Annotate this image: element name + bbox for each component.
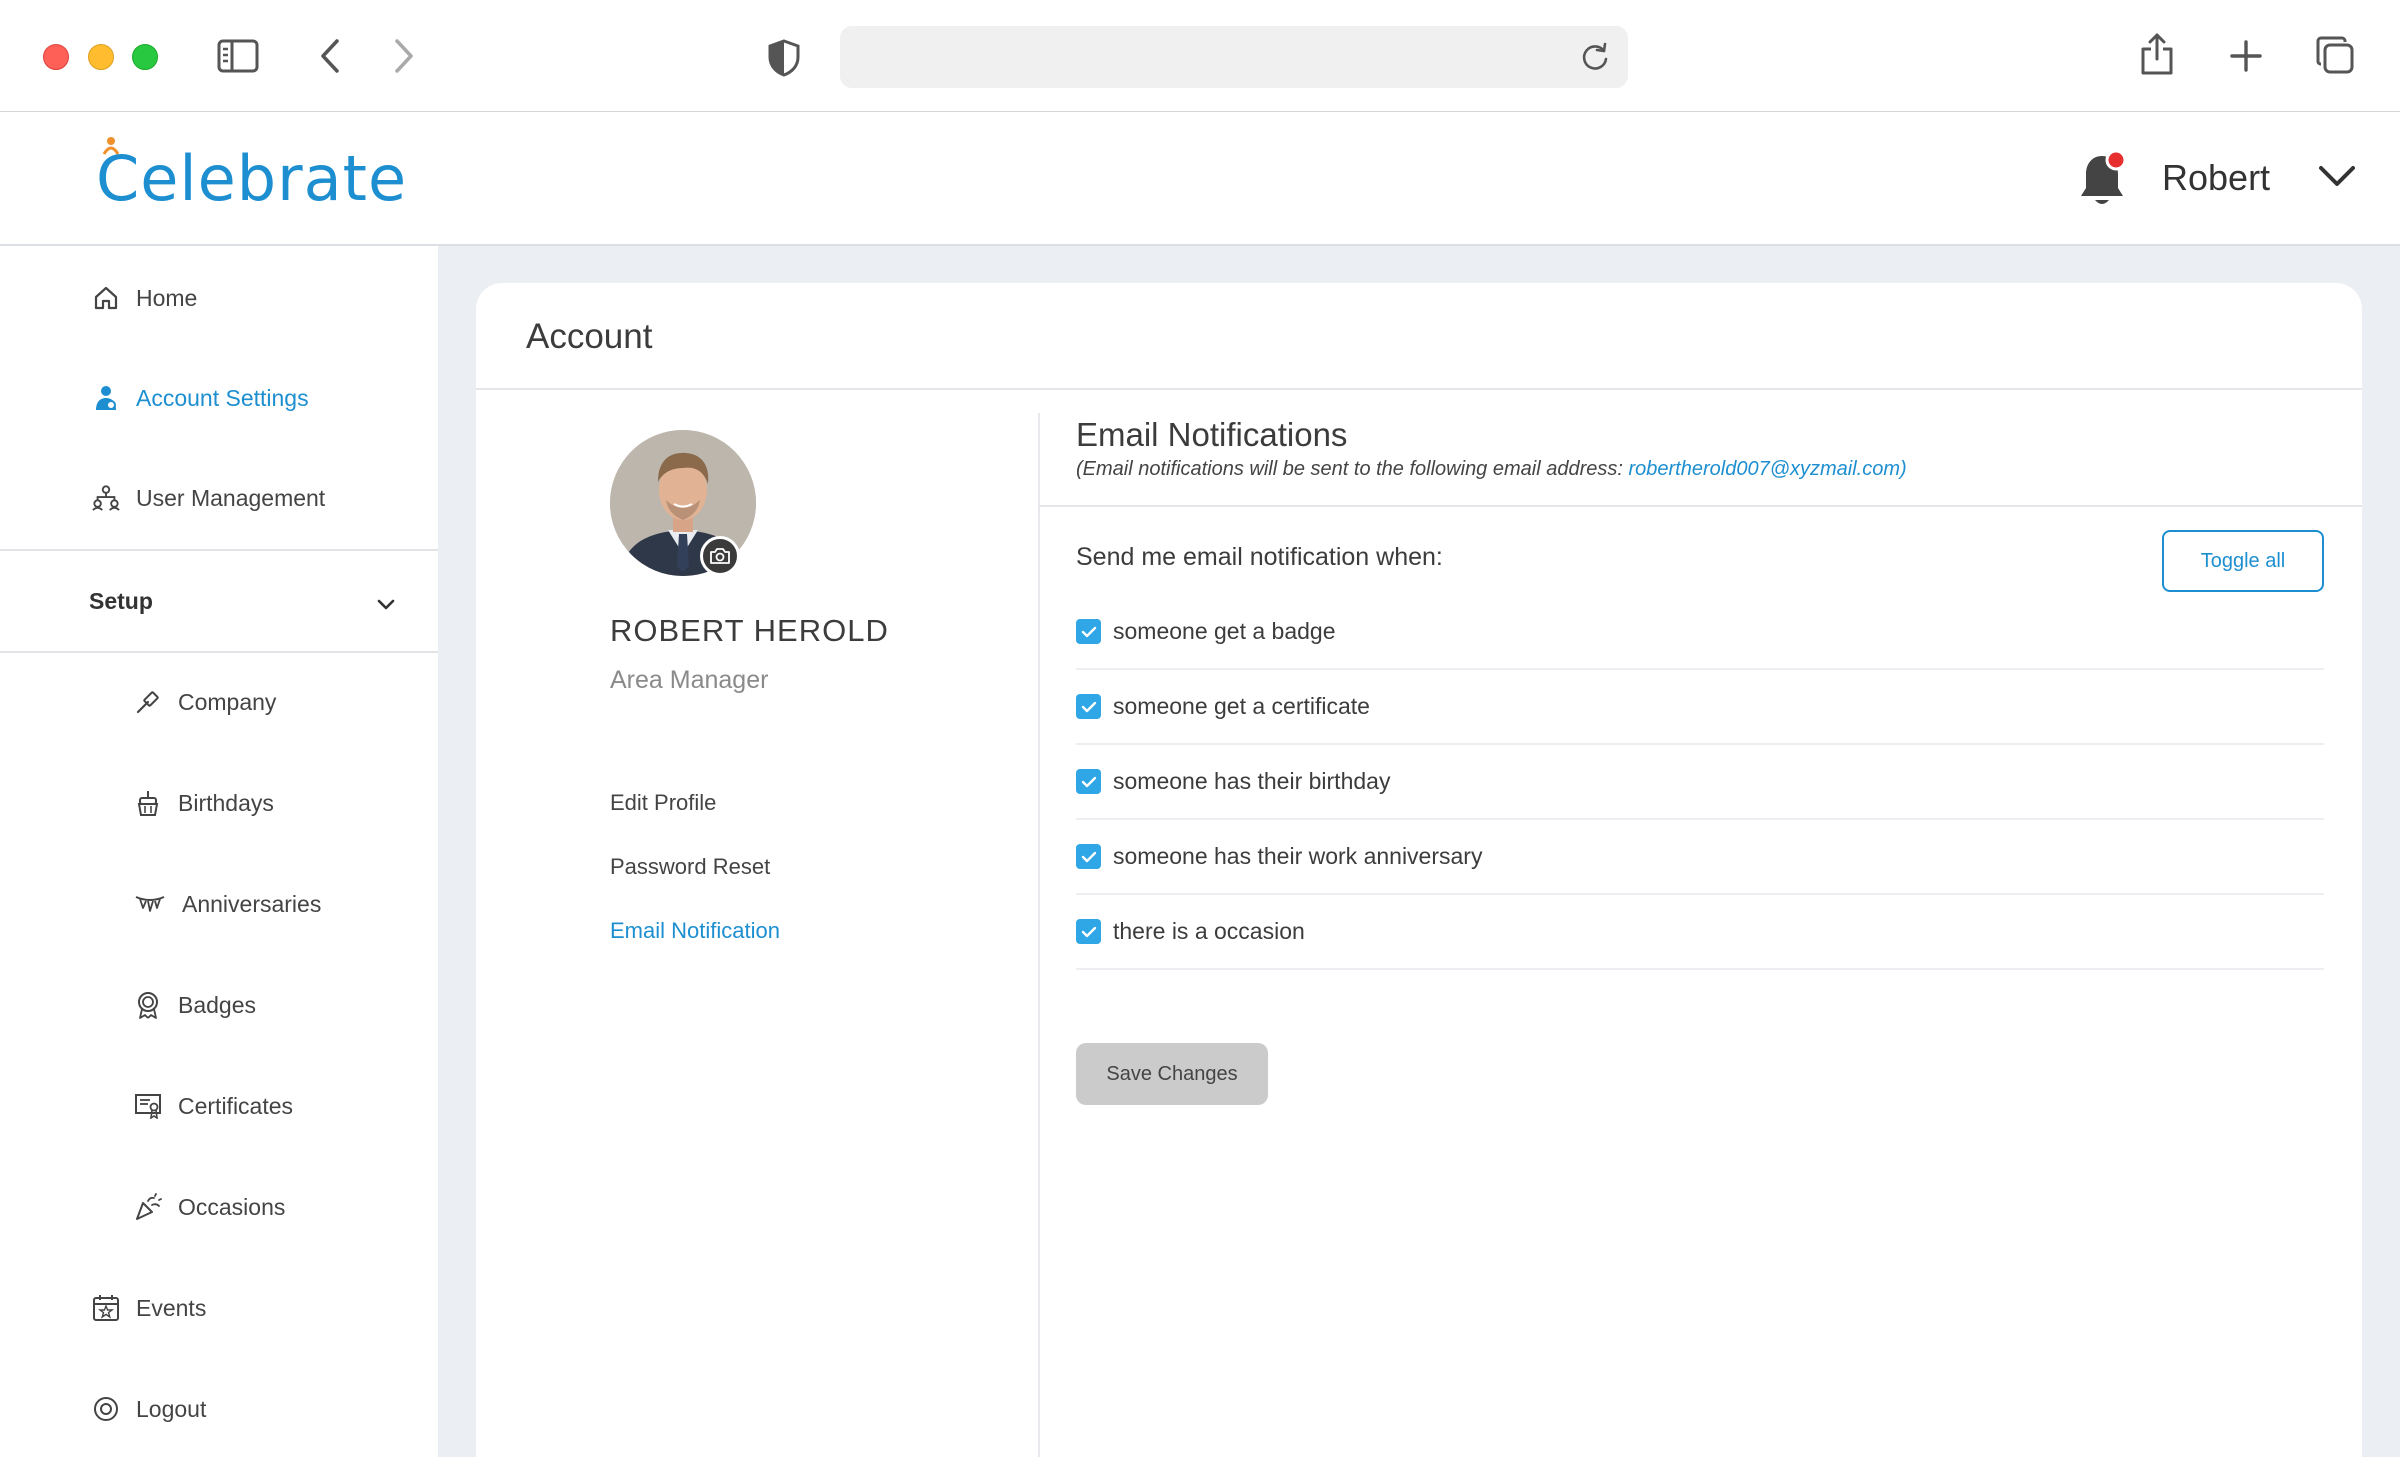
checkbox-checked[interactable]: [1076, 919, 1101, 944]
sidebar-item-user-management[interactable]: User Management: [0, 468, 438, 528]
sidebar-item-certificates[interactable]: Certificates: [0, 1076, 438, 1136]
sidebar-item-birthdays[interactable]: Birthdays: [0, 773, 438, 833]
setup-label: Setup: [89, 587, 153, 614]
account-card: Account ROBERT HEROLD Area Manager Edit …: [476, 283, 2362, 1457]
sidebar-toggle-icon[interactable]: [216, 38, 260, 74]
profile-name: ROBERT HEROLD: [610, 613, 889, 648]
option-label: someone has their work anniversary: [1113, 843, 1483, 869]
subtitle-suffix: ): [1900, 458, 1907, 480]
forward-icon[interactable]: [390, 38, 418, 74]
email-address: robertherold007@xyzmail.com: [1628, 458, 1901, 480]
user-gear-icon: [92, 384, 120, 412]
user-name[interactable]: Robert: [2162, 157, 2270, 199]
back-icon[interactable]: [316, 38, 344, 74]
checkbox-checked[interactable]: [1076, 619, 1101, 644]
sidebar: Home Account Settings User Management Se…: [0, 246, 438, 1457]
sidebar-item-label: Badges: [178, 991, 257, 1018]
sidebar-item-label: Birthdays: [178, 789, 274, 816]
password-reset-link[interactable]: Password Reset: [610, 854, 770, 880]
user-menu-chevron-icon[interactable]: [2318, 164, 2356, 193]
column-divider: [1038, 413, 1040, 1457]
notification-option[interactable]: someone get a certificate: [1076, 670, 2324, 745]
sidebar-item-label: Events: [136, 1294, 207, 1321]
maximize-window-button[interactable]: [132, 44, 158, 70]
checkbox-checked[interactable]: [1076, 844, 1101, 869]
notification-option[interactable]: there is a occasion: [1076, 895, 2324, 970]
browser-toolbar: [0, 0, 2400, 112]
toggle-all-button[interactable]: Toggle all: [2162, 530, 2324, 592]
page-title: Account: [526, 317, 653, 356]
sidebar-item-events[interactable]: Events: [0, 1278, 438, 1338]
sidebar-item-logout[interactable]: Logout: [0, 1379, 438, 1439]
sidebar-item-label: Home: [136, 284, 198, 311]
certificate-icon: [134, 1092, 162, 1120]
sidebar-item-label: Occasions: [178, 1193, 286, 1220]
home-icon: [92, 284, 120, 312]
sidebar-item-anniversaries[interactable]: Anniversaries: [0, 874, 438, 934]
sidebar-item-badges[interactable]: Badges: [0, 975, 438, 1035]
check-icon: [1081, 776, 1096, 787]
notification-option[interactable]: someone has their birthday: [1076, 745, 2324, 820]
minimize-window-button[interactable]: [88, 44, 114, 70]
notification-prompt: Send me email notification when:: [1076, 543, 1443, 571]
checkbox-checked[interactable]: [1076, 769, 1101, 794]
sidebar-item-home[interactable]: Home: [0, 268, 438, 328]
sidebar-item-company[interactable]: Company: [0, 672, 438, 732]
party-popper-icon: [134, 1193, 162, 1221]
sidebar-item-label: User Management: [136, 484, 326, 511]
section-divider: [1038, 505, 2362, 507]
option-label: someone get a badge: [1113, 618, 1336, 644]
sidebar-item-label: Account Settings: [136, 384, 309, 411]
sidebar-setup-toggle[interactable]: Setup: [0, 571, 438, 631]
close-window-button[interactable]: [43, 44, 69, 70]
address-bar[interactable]: [840, 26, 1628, 88]
logout-icon: [92, 1395, 120, 1423]
chevron-down-icon: [376, 591, 396, 618]
sidebar-item-label: Anniversaries: [182, 890, 322, 917]
email-notification-link[interactable]: Email Notification: [610, 918, 780, 944]
save-changes-button[interactable]: Save Changes: [1076, 1043, 1268, 1105]
hammer-icon: [134, 688, 162, 716]
new-tab-icon[interactable]: [2228, 38, 2264, 74]
app-header: Celebrate Robert: [0, 112, 2400, 246]
option-label: someone has their birthday: [1113, 768, 1391, 794]
check-icon: [1081, 701, 1096, 712]
check-icon: [1081, 851, 1096, 862]
edit-profile-link[interactable]: Edit Profile: [610, 790, 716, 816]
change-photo-button[interactable]: [700, 536, 740, 576]
section-subtitle: (Email notifications will be sent to the…: [1076, 458, 1907, 481]
logo-figure-icon: [102, 137, 120, 155]
cake-icon: [134, 789, 162, 817]
camera-icon: [710, 548, 730, 564]
sidebar-divider: [0, 549, 438, 551]
sidebar-item-account-settings[interactable]: Account Settings: [0, 368, 438, 428]
celebrate-logo[interactable]: Celebrate: [96, 137, 408, 215]
sidebar-item-label: Certificates: [178, 1092, 294, 1119]
tabs-overview-icon[interactable]: [2314, 34, 2356, 76]
calendar-star-icon: [92, 1294, 120, 1322]
sidebar-item-label: Logout: [136, 1395, 207, 1422]
section-title: Email Notifications: [1076, 416, 1348, 453]
sidebar-divider: [0, 651, 438, 653]
share-icon[interactable]: [2138, 30, 2176, 78]
profile-role: Area Manager: [610, 666, 769, 694]
checkbox-checked[interactable]: [1076, 694, 1101, 719]
notification-bell-icon[interactable]: [2078, 149, 2130, 217]
reload-icon[interactable]: [1580, 41, 1610, 78]
logo-text: Celebrate: [96, 142, 408, 215]
sidebar-item-occasions[interactable]: Occasions: [0, 1177, 438, 1237]
badge-icon: [134, 991, 162, 1019]
option-label: there is a occasion: [1113, 918, 1305, 944]
notification-option[interactable]: someone has their work anniversary: [1076, 820, 2324, 895]
bunting-icon: [134, 890, 166, 918]
check-icon: [1081, 626, 1096, 637]
users-hierarchy-icon: [92, 484, 120, 512]
sidebar-item-label: Company: [178, 688, 277, 715]
shield-icon[interactable]: [766, 38, 802, 78]
option-label: someone get a certificate: [1113, 693, 1370, 719]
notification-option[interactable]: someone get a badge: [1076, 595, 2324, 670]
subtitle-prefix: (Email notifications will be sent to the…: [1076, 458, 1629, 480]
card-divider: [476, 388, 2362, 390]
check-icon: [1081, 926, 1096, 937]
